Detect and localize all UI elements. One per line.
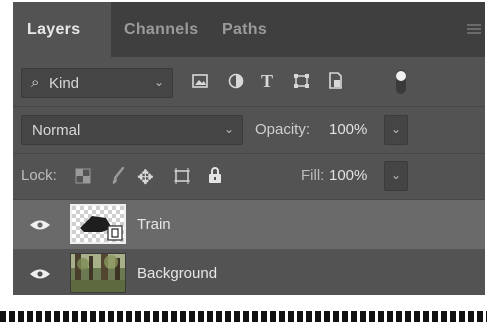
filter-toggle-icon[interactable]	[395, 69, 407, 100]
visibility-eye-icon[interactable]	[29, 267, 51, 279]
panel-tab-bar: Layers Channels Paths	[13, 2, 485, 57]
tab-paths[interactable]: Paths	[222, 21, 267, 39]
lock-row: Lock: ✥ Fill: 100% ⌄	[13, 154, 485, 200]
lock-position-icon[interactable]: ✥	[137, 165, 154, 190]
smart-object-filter-icon[interactable]	[328, 72, 343, 94]
lock-artboard-icon[interactable]	[173, 167, 191, 190]
tab-channels[interactable]: Channels	[124, 21, 198, 39]
lock-transparent-pixels-icon[interactable]	[75, 168, 91, 189]
cut-edge-divider	[0, 311, 487, 322]
search-icon: ⌕	[31, 74, 40, 91]
filter-row: ⌕ Kind ⌄ T	[13, 57, 485, 107]
kind-filter-dropdown[interactable]: ⌕ Kind ⌄	[21, 68, 173, 98]
opacity-dropdown[interactable]: ⌄	[384, 115, 408, 145]
shape-filter-icon[interactable]	[293, 73, 310, 94]
blend-mode-dropdown[interactable]: Normal ⌄	[21, 115, 243, 145]
opacity-value[interactable]: 100%	[329, 121, 367, 138]
layer-row-background[interactable]: Background	[13, 249, 485, 298]
blend-mode-value: Normal	[32, 122, 81, 139]
adjustment-filter-icon[interactable]	[228, 73, 244, 94]
layer-thumbnail-train	[70, 204, 126, 244]
layer-name[interactable]: Train	[137, 216, 171, 233]
tab-layers[interactable]: Layers	[27, 21, 80, 39]
visibility-eye-icon[interactable]	[29, 218, 51, 230]
panel-menu-icon[interactable]	[467, 24, 481, 34]
lock-image-pixels-icon[interactable]	[110, 166, 126, 191]
lock-all-icon[interactable]	[208, 166, 222, 189]
chevron-down-icon: ⌄	[153, 75, 164, 89]
chevron-down-icon: ⌄	[391, 122, 402, 136]
blend-row: Normal ⌄ Opacity: 100% ⌄	[13, 107, 485, 153]
layer-thumbnail-background	[70, 253, 126, 293]
layer-row-train[interactable]: Train	[13, 200, 485, 249]
chevron-down-icon: ⌄	[223, 122, 234, 136]
lock-label: Lock:	[21, 167, 57, 184]
fill-value[interactable]: 100%	[329, 167, 367, 184]
chevron-down-icon: ⌄	[391, 168, 402, 182]
type-filter-icon[interactable]: T	[261, 71, 273, 92]
layer-name[interactable]: Background	[137, 265, 217, 282]
fill-label: Fill:	[301, 167, 325, 184]
image-filter-icon[interactable]	[192, 74, 208, 93]
opacity-label: Opacity:	[255, 121, 311, 138]
kind-label: Kind	[49, 75, 80, 92]
layers-panel: Layers Channels Paths ⌕ Kind ⌄ T Normal …	[13, 2, 485, 295]
fill-dropdown[interactable]: ⌄	[384, 161, 408, 191]
